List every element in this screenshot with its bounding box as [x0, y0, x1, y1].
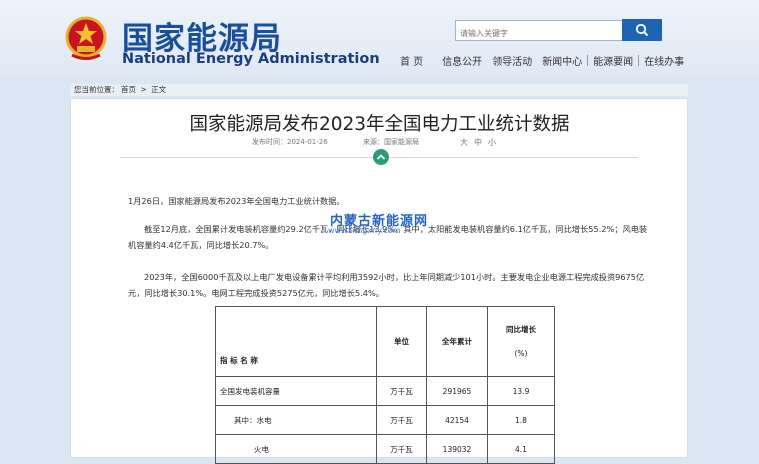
breadcrumb-prefix: 您当前位置：: [74, 85, 119, 94]
table-row: 全国发电装机容量 万千瓦 291965 13.9: [215, 376, 555, 406]
watermark-url: www.nmgxny.com: [328, 226, 401, 235]
row-name: 火电: [215, 434, 377, 464]
nav-online-services[interactable]: 在线办事: [639, 53, 689, 68]
header-yoy-growth: 同比增长 (%): [487, 306, 555, 377]
row-name: 全国发电装机容量: [215, 376, 377, 406]
row-growth: 1.8: [487, 405, 555, 435]
site-name-en: National Energy Administration: [122, 51, 380, 67]
publish-date: 发布时间：2024-01-26: [252, 138, 328, 146]
nav-news-center[interactable]: 新闻中心: [537, 53, 587, 68]
search-icon: [635, 23, 649, 37]
statistics-table: 指 标 名 称 单位 全年累计 同比增长 (%) 全国发电装机容量 万千瓦 29…: [215, 306, 555, 464]
row-unit: 万千瓦: [376, 405, 427, 435]
font-size-small[interactable]: 小: [488, 137, 496, 148]
header-yoy-growth-label: 同比增长: [506, 324, 536, 334]
row-growth: 13.9: [487, 376, 555, 406]
header-unit: 单位: [376, 306, 427, 377]
article-source: 来源：国家能源局: [363, 138, 419, 146]
header-percent-unit: (%): [514, 348, 528, 358]
search-button[interactable]: [622, 19, 662, 41]
chevron-up-icon: [376, 154, 386, 160]
search-input[interactable]: [456, 25, 620, 42]
table-row: 其中：水电 万千瓦 42154 1.8: [215, 405, 555, 435]
table-header-row: 指 标 名 称 单位 全年累计 同比增长 (%): [215, 306, 555, 377]
breadcrumb: 您当前位置： 首页 > 正文: [70, 84, 688, 96]
row-growth: 4.1: [487, 434, 555, 464]
row-total: 42154: [426, 405, 488, 435]
nav-info-disclosure[interactable]: 信息公开: [437, 53, 487, 68]
row-name: 其中：水电: [215, 405, 377, 435]
national-emblem-icon: [65, 16, 107, 60]
header-annual-total: 全年累计: [426, 306, 488, 377]
breadcrumb-current: 正文: [151, 85, 167, 94]
nav-leader-activities[interactable]: 领导活动: [487, 53, 537, 68]
nav-home[interactable]: 首 页: [395, 53, 437, 68]
row-unit: 万千瓦: [376, 434, 427, 464]
font-size-large[interactable]: 大: [460, 137, 468, 148]
breadcrumb-separator: >: [140, 85, 147, 94]
article-title: 国家能源局发布2023年全国电力工业统计数据: [189, 114, 570, 135]
header-indicator: 指 标 名 称: [215, 306, 377, 377]
collapse-button[interactable]: [373, 149, 389, 165]
article-paragraph: 2023年，全国6000千瓦及以上电厂发电设备累计平均利用3592小时，比上年同…: [128, 272, 645, 298]
font-size-medium[interactable]: 中: [474, 137, 482, 148]
row-total: 139032: [426, 434, 488, 464]
article-paragraph: 1月26日，国家能源局发布2023年全国电力工业统计数据。: [128, 196, 345, 206]
site-header: 国家能源局 National Energy Administration 首 页…: [0, 0, 759, 78]
nav-energy-news[interactable]: 能源要闻: [588, 53, 638, 68]
search-field: [455, 20, 623, 42]
breadcrumb-home[interactable]: 首页: [121, 85, 136, 94]
main-nav: 首 页 信息公开 领导活动 新闻中心 能源要闻 在线办事: [395, 52, 689, 68]
table-row: 火电 万千瓦 139032 4.1: [215, 434, 555, 464]
row-total: 291965: [426, 376, 488, 406]
row-unit: 万千瓦: [376, 376, 427, 406]
